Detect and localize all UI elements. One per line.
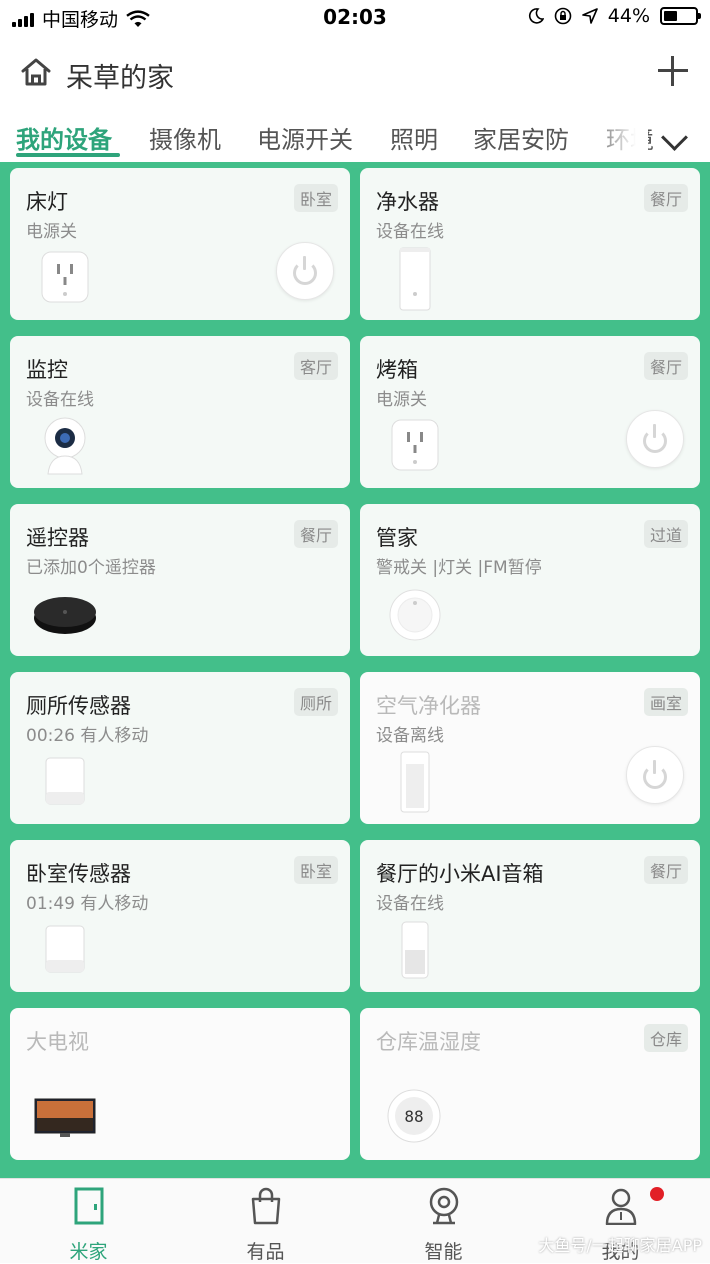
device-status: 设备在线 xyxy=(376,222,444,242)
device-card[interactable]: 厕所传感器 00:26 有人移动 厕所 xyxy=(10,672,350,824)
water-purifier-icon xyxy=(399,247,431,311)
device-card[interactable]: 大电视 xyxy=(10,1008,350,1160)
watermark: 大鱼号/一起聊家居APP xyxy=(538,1236,702,1255)
room-badge: 餐厅 xyxy=(643,352,688,380)
power-button[interactable] xyxy=(276,242,334,300)
room-badge: 卧室 xyxy=(293,184,338,212)
device-card[interactable]: 卧室传感器 01:49 有人移动 卧室 xyxy=(10,840,350,992)
nav-mijia[interactable]: 米家 xyxy=(0,1179,177,1263)
device-name: 空气净化器 xyxy=(376,694,481,718)
rotation-lock-icon xyxy=(554,7,572,25)
room-badge: 过道 xyxy=(643,520,688,548)
tab-power-switches[interactable]: 电源开关 xyxy=(257,120,353,155)
nav-label: 有品 xyxy=(246,1241,285,1263)
notification-badge xyxy=(650,1187,664,1201)
device-status: 电源关 xyxy=(26,222,77,242)
shopping-bag-icon xyxy=(251,1187,281,1225)
thermometer-display: 88 xyxy=(404,1107,423,1126)
room-badge: 仓库 xyxy=(643,1024,688,1052)
device-name: 烤箱 xyxy=(376,358,418,382)
room-badge: 客厅 xyxy=(293,352,338,380)
smart-icon xyxy=(429,1187,459,1225)
thermometer-icon: 88 xyxy=(387,1089,441,1143)
device-name: 监控 xyxy=(26,358,68,382)
device-card[interactable]: 床灯 电源关 卧室 xyxy=(10,168,350,320)
status-bar: 中国移动 02:03 44% xyxy=(0,0,710,36)
motion-sensor-icon xyxy=(45,757,85,805)
status-right: 44% xyxy=(528,5,701,27)
device-card[interactable]: 空气净化器 设备离线 画室 xyxy=(360,672,700,824)
camera-icon xyxy=(44,417,86,475)
home-icon[interactable] xyxy=(20,56,52,88)
device-name: 餐厅的小米AI音箱 xyxy=(376,862,544,886)
home-title[interactable]: 呆草的家 xyxy=(66,56,174,95)
profile-icon xyxy=(605,1188,637,1225)
nav-youpin[interactable]: 有品 xyxy=(177,1179,354,1263)
tab-my-devices[interactable]: 我的设备 xyxy=(16,120,112,155)
device-name: 厕所传感器 xyxy=(26,694,131,718)
room-badge: 餐厅 xyxy=(643,184,688,212)
device-name: 净水器 xyxy=(376,190,439,214)
tab-fade xyxy=(588,110,648,160)
device-card[interactable]: 烤箱 电源关 餐厅 xyxy=(360,336,700,488)
door-icon xyxy=(74,1187,104,1225)
device-status: 00:26 有人移动 xyxy=(26,726,149,746)
tab-cameras[interactable]: 摄像机 xyxy=(149,120,221,155)
nav-label: 智能 xyxy=(424,1241,463,1263)
device-status: 01:49 有人移动 xyxy=(26,894,149,914)
room-badge: 卧室 xyxy=(293,856,338,884)
room-badge: 餐厅 xyxy=(643,856,688,884)
device-status: 警戒关 |灯关 |FM暂停 xyxy=(376,558,542,578)
device-status: 电源关 xyxy=(376,390,427,410)
moon-icon xyxy=(528,8,544,24)
tab-home-security[interactable]: 家居安防 xyxy=(473,120,569,155)
room-badge: 厕所 xyxy=(293,688,338,716)
device-name: 遥控器 xyxy=(26,526,89,550)
room-badge: 画室 xyxy=(643,688,688,716)
location-icon xyxy=(581,8,598,24)
gateway-icon xyxy=(389,589,441,641)
device-card[interactable]: 净水器 设备在线 餐厅 xyxy=(360,168,700,320)
device-status: 已添加0个遥控器 xyxy=(26,558,156,578)
device-card[interactable]: 遥控器 已添加0个遥控器 餐厅 xyxy=(10,504,350,656)
active-tab-indicator xyxy=(16,153,120,157)
nav-smart[interactable]: 智能 xyxy=(355,1179,532,1263)
device-name: 管家 xyxy=(376,526,418,550)
tv-icon xyxy=(34,1098,96,1137)
battery-percent: 44% xyxy=(607,5,650,27)
chevron-down-icon[interactable] xyxy=(661,124,688,151)
room-badge: 餐厅 xyxy=(293,520,338,548)
device-card[interactable]: 餐厅的小米AI音箱 设备在线 餐厅 xyxy=(360,840,700,992)
device-name: 大电视 xyxy=(26,1030,89,1054)
device-status: 设备在线 xyxy=(26,390,94,410)
device-name: 仓库温湿度 xyxy=(376,1030,481,1054)
power-button[interactable] xyxy=(626,410,684,468)
nav-label: 米家 xyxy=(69,1241,108,1263)
device-card[interactable]: 监控 设备在线 客厅 xyxy=(10,336,350,488)
category-tabs: 我的设备 摄像机 电源开关 照明 家居安防 环境 xyxy=(0,110,710,160)
device-name: 床灯 xyxy=(26,190,68,214)
device-name: 卧室传感器 xyxy=(26,862,131,886)
battery-icon xyxy=(660,7,701,25)
device-card[interactable]: 管家 警戒关 |灯关 |FM暂停 过道 xyxy=(360,504,700,656)
app-header: 呆草的家 xyxy=(0,50,710,100)
motion-sensor-icon xyxy=(45,925,85,973)
add-device-icon[interactable] xyxy=(658,56,688,86)
ir-remote-icon xyxy=(34,597,96,634)
air-purifier-icon xyxy=(400,751,430,813)
speaker-icon xyxy=(401,921,429,979)
device-status: 设备离线 xyxy=(376,726,444,746)
tab-lighting[interactable]: 照明 xyxy=(390,120,438,155)
device-grid: 床灯 电源关 卧室 净水器 设备在线 餐厅 监控 设备在线 客厅 烤箱 电源关 xyxy=(0,162,710,1178)
power-button[interactable] xyxy=(626,746,684,804)
device-status: 设备在线 xyxy=(376,894,444,914)
battery-fill xyxy=(664,11,677,21)
smart-plug-icon xyxy=(391,419,439,471)
device-card[interactable]: 仓库温湿度 仓库 88 xyxy=(360,1008,700,1160)
smart-plug-icon xyxy=(41,251,89,303)
